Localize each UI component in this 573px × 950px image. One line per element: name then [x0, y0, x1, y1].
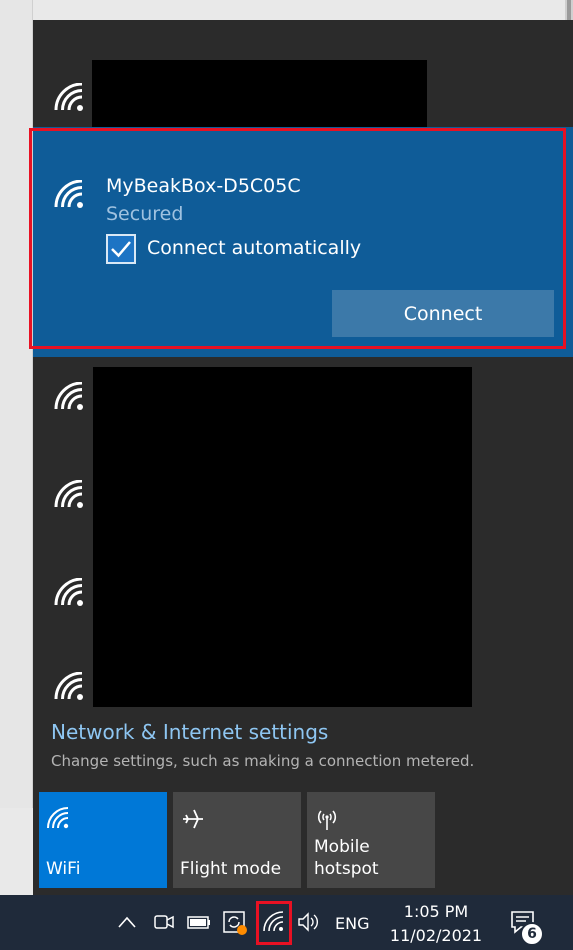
- network-flyout: MyBeakBox-D5C05C Secured Connect automat…: [33, 20, 573, 895]
- network-item-selected[interactable]: MyBeakBox-D5C05C Secured Connect automat…: [33, 127, 573, 357]
- background-window: [0, 0, 33, 808]
- connect-automatically-label[interactable]: Connect automatically: [147, 237, 361, 259]
- quick-action-label: WiFi: [46, 859, 81, 879]
- wifi-signal-icon[interactable]: [53, 578, 87, 608]
- check-icon: [111, 241, 131, 258]
- battery-icon[interactable]: [186, 911, 212, 933]
- clock-time[interactable]: 1:05 PM: [390, 902, 482, 921]
- highlight-outline: [256, 901, 292, 945]
- redacted-network-names: [93, 367, 472, 707]
- connect-automatically-checkbox[interactable]: [106, 234, 136, 264]
- network-list-redacted: [33, 367, 573, 707]
- wifi-signal-icon[interactable]: [53, 480, 87, 510]
- quick-action-wifi[interactable]: WiFi: [39, 792, 167, 888]
- network-status: Secured: [106, 203, 184, 225]
- wifi-icon: [46, 806, 72, 832]
- notification-count-badge: 6: [520, 922, 544, 946]
- wifi-signal-icon: [53, 180, 87, 210]
- taskbar: ENG 1:05 PM 11/02/2021 6: [0, 895, 573, 950]
- hotspot-icon: [314, 806, 340, 832]
- wifi-signal-icon[interactable]: [53, 672, 87, 702]
- volume-icon[interactable]: [296, 911, 322, 933]
- quick-action-mobile-hotspot[interactable]: Mobile hotspot: [307, 792, 435, 888]
- network-name: MyBeakBox-D5C05C: [106, 175, 301, 197]
- wifi-signal-icon: [53, 83, 87, 113]
- show-hidden-icons-chevron-up-icon[interactable]: [117, 914, 137, 930]
- network-settings-description: Change settings, such as making a connec…: [51, 752, 475, 770]
- meet-now-camera-icon[interactable]: [153, 911, 175, 933]
- clock-date[interactable]: 11/02/2021: [385, 926, 487, 945]
- quick-action-flight-mode[interactable]: Flight mode: [173, 792, 301, 888]
- network-item[interactable]: [33, 40, 573, 129]
- airplane-icon: [180, 806, 206, 832]
- wifi-signal-icon[interactable]: [53, 382, 87, 412]
- input-language-indicator[interactable]: ENG: [335, 914, 369, 933]
- quick-action-label: Mobile hotspot: [314, 837, 379, 879]
- network-settings-link[interactable]: Network & Internet settings: [51, 720, 328, 744]
- sync-app-icon[interactable]: [222, 909, 250, 937]
- quick-action-label: Flight mode: [180, 859, 282, 879]
- redacted-network-name: [92, 60, 427, 129]
- connect-button[interactable]: Connect: [332, 290, 554, 337]
